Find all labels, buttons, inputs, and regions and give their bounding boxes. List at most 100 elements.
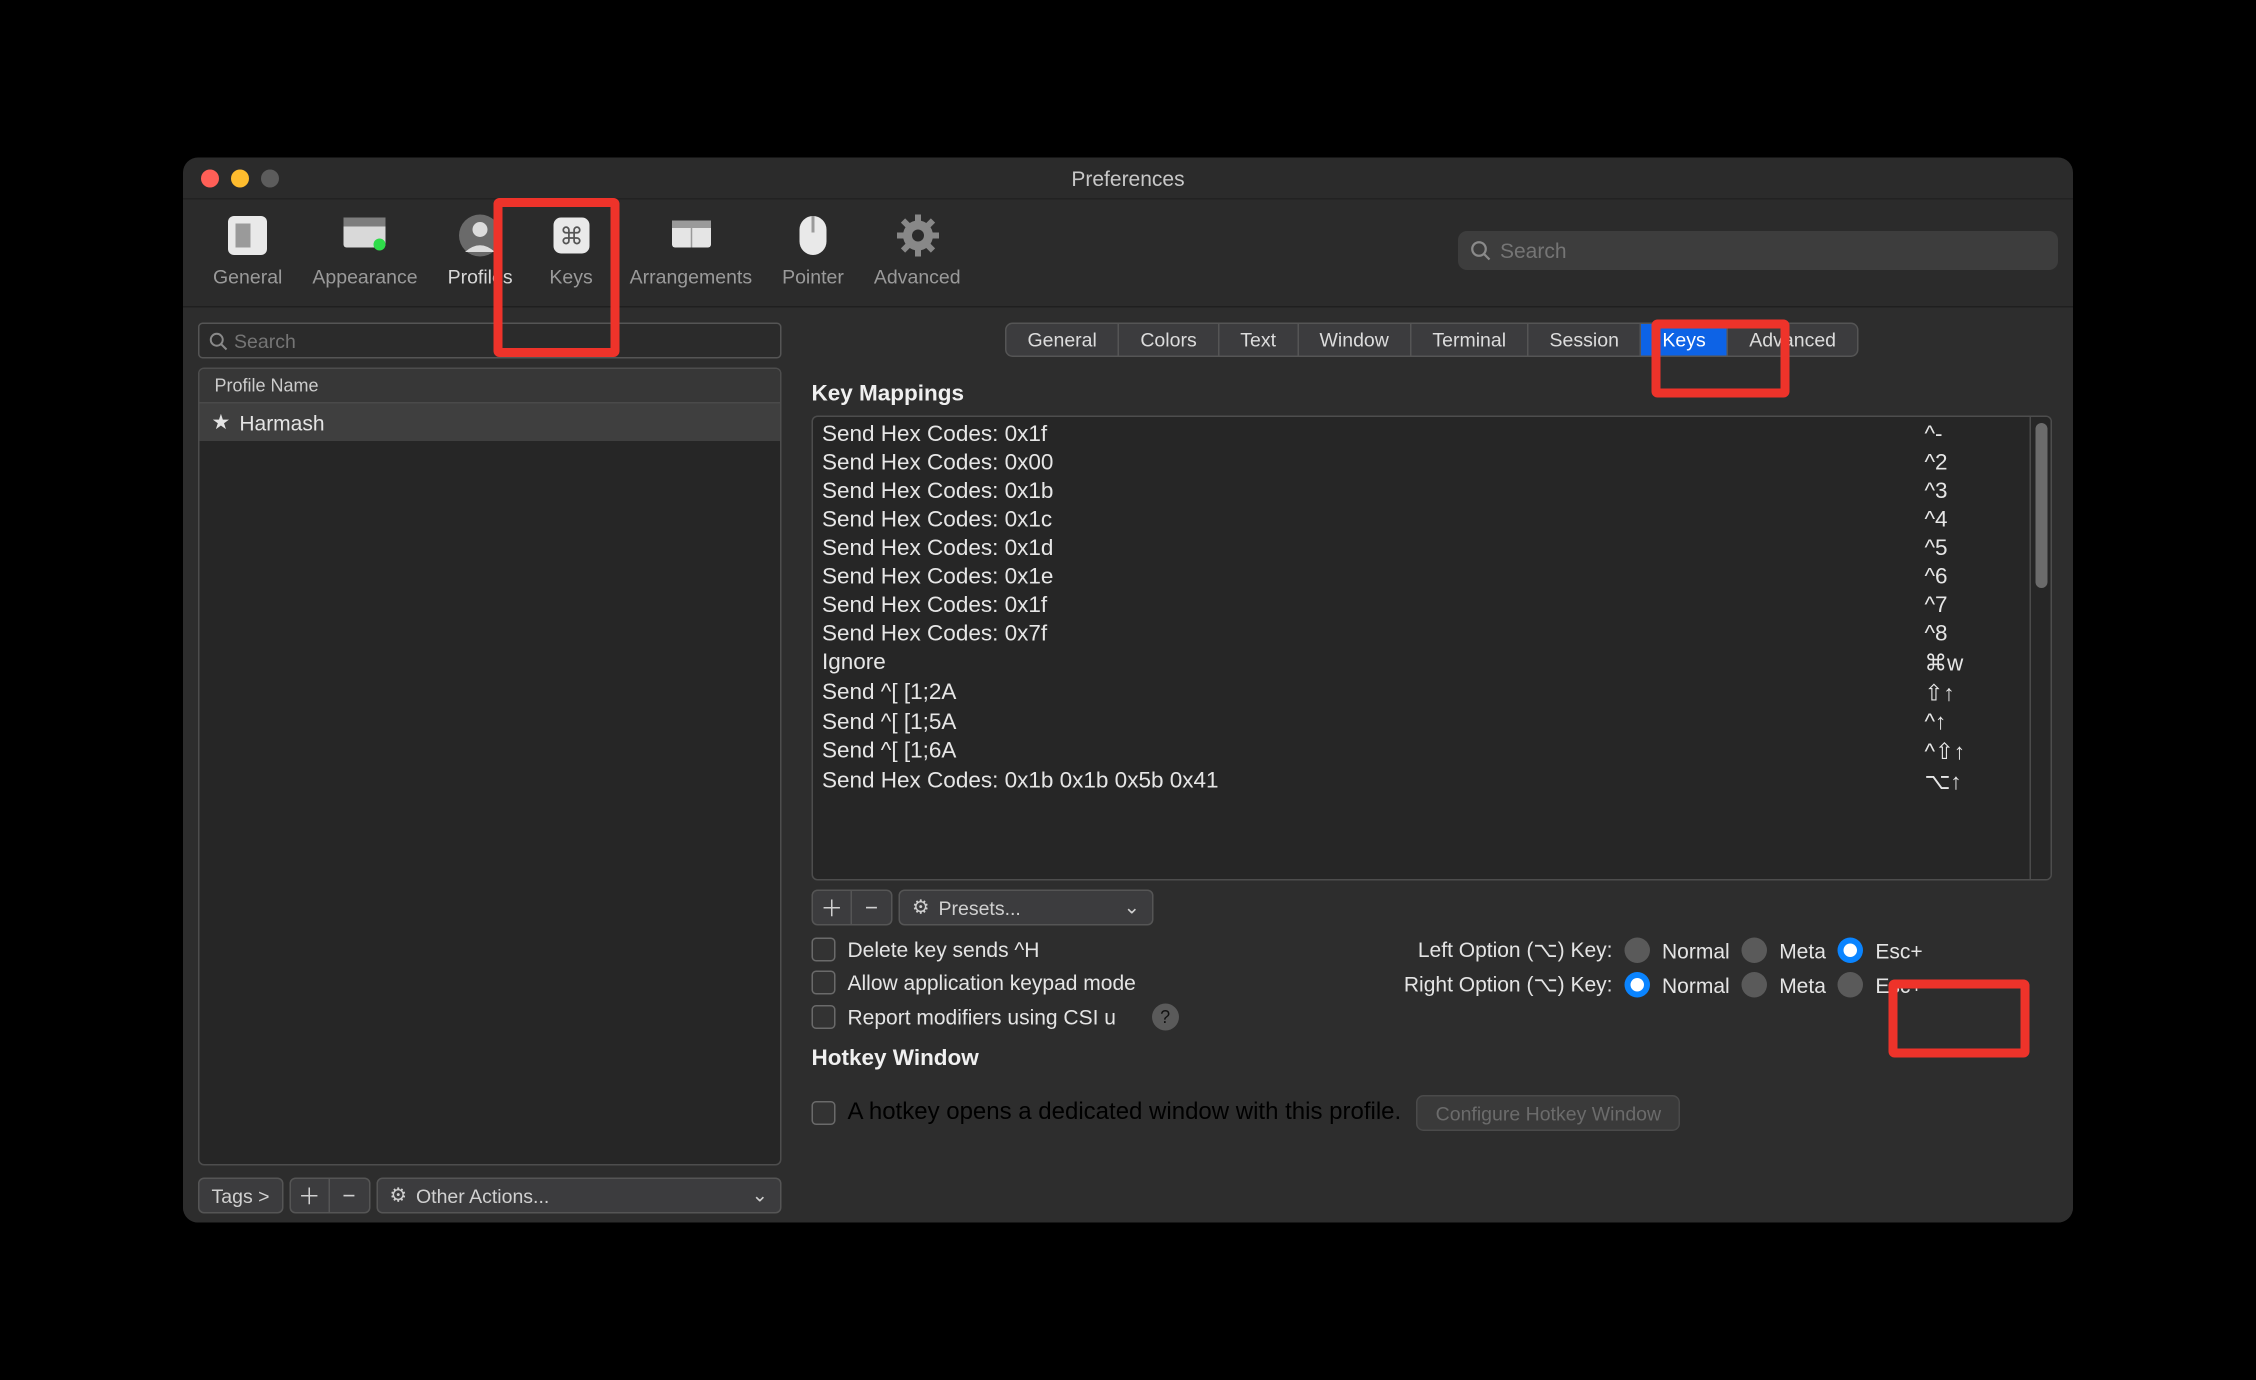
key-mapping-row[interactable]: Send ^[ [1;2A⇧↑ [813, 678, 2030, 708]
left-option-esc[interactable] [1838, 938, 1864, 964]
other-actions-dropdown[interactable]: ⚙ Other Actions... ⌄ [376, 1178, 781, 1214]
mapping-shortcut: ^4 [1925, 507, 2015, 533]
presets-dropdown[interactable]: ⚙ Presets... ⌄ [899, 890, 1154, 926]
toolbar-general[interactable]: General [198, 206, 297, 295]
subtab-colors[interactable]: Colors [1119, 323, 1219, 358]
tags-button[interactable]: Tags > [198, 1178, 283, 1214]
toolbar-label: General [213, 266, 282, 289]
toolbar-profiles[interactable]: Profiles [433, 206, 528, 295]
mapping-action: Send Hex Codes: 0x7f [822, 621, 1925, 647]
profile-content: GeneralColorsTextWindowTerminalSessionKe… [791, 308, 2074, 1223]
chevron-down-icon: ⌄ [1124, 896, 1140, 920]
mapping-action: Send Hex Codes: 0x1d [822, 536, 1925, 562]
key-mapping-row[interactable]: Send Hex Codes: 0x1e^6 [813, 563, 2030, 592]
toolbar-label: Pointer [782, 266, 844, 289]
key-mappings-table: Send Hex Codes: 0x1f^-Send Hex Codes: 0x… [812, 416, 2053, 881]
subtab-terminal[interactable]: Terminal [1411, 323, 1528, 358]
toolbar-label: Profiles [448, 266, 513, 289]
scrollbar-thumb[interactable] [2036, 423, 2048, 588]
chevron-down-icon: ⌄ [752, 1184, 768, 1208]
mapping-shortcut: ⇧↑ [1925, 680, 2015, 707]
subtab-session[interactable]: Session [1529, 323, 1642, 358]
left-option-label: Left Option (⌥) Key: [1358, 938, 1613, 964]
mapping-action: Send Hex Codes: 0x00 [822, 450, 1925, 476]
key-mappings-rows[interactable]: Send Hex Codes: 0x1f^-Send Hex Codes: 0x… [813, 417, 2030, 879]
toolbar-search[interactable] [1458, 230, 2058, 269]
right-option-label: Right Option (⌥) Key: [1358, 972, 1613, 998]
mapping-action: Send ^[ [1;2A [822, 680, 1925, 707]
toolbar-advanced[interactable]: Advanced [859, 206, 976, 295]
title-bar: Preferences [183, 158, 2073, 200]
mapping-action: Send Hex Codes: 0x1f [822, 593, 1925, 619]
configure-hotkey-button[interactable]: Configure Hotkey Window [1416, 1095, 1680, 1131]
key-mapping-row[interactable]: Send Hex Codes: 0x1b^3 [813, 477, 2030, 506]
mapping-shortcut: ^↑ [1925, 710, 2015, 736]
toolbar: General Appearance Profiles ⌘Keys Arrang… [183, 200, 2073, 308]
key-mapping-row[interactable]: Send Hex Codes: 0x1f^- [813, 420, 2030, 449]
delete-sends-hex-checkbox[interactable]: Delete key sends ^H [812, 938, 1322, 962]
key-mapping-row[interactable]: Send ^[ [1;5A^↑ [813, 708, 2030, 737]
right-option-meta[interactable] [1742, 972, 1768, 998]
hotkey-checkbox[interactable]: A hotkey opens a dedicated window with t… [812, 1100, 1402, 1127]
profile-footer: Tags > ＋ − ⚙ Other Actions... ⌄ [198, 1175, 782, 1214]
profile-list: Profile Name ★ Harmash [198, 368, 782, 1166]
search-icon [1470, 239, 1491, 260]
star-icon: ★ [212, 410, 231, 436]
search-icon [209, 331, 229, 351]
key-mapping-row[interactable]: Send ^[ [1;6A^⇧↑ [813, 737, 2030, 767]
scrollbar[interactable] [2030, 417, 2051, 879]
toolbar-label: Advanced [874, 266, 961, 289]
add-mapping-button[interactable]: ＋ [813, 891, 852, 924]
profile-search-input[interactable] [234, 329, 771, 352]
mapping-action: Send Hex Codes: 0x1c [822, 507, 1925, 533]
toolbar-label: Keys [549, 266, 592, 289]
mapping-shortcut: ⌥↑ [1925, 768, 2015, 795]
toolbar-pointer[interactable]: Pointer [767, 206, 859, 295]
key-mapping-row[interactable]: Send Hex Codes: 0x1d^5 [813, 534, 2030, 563]
profile-name: Harmash [239, 410, 324, 434]
left-option-meta[interactable] [1742, 938, 1768, 964]
toolbar-search-input[interactable] [1500, 238, 2046, 262]
key-mapping-row[interactable]: Send Hex Codes: 0x1f^7 [813, 591, 2030, 620]
profile-search[interactable] [198, 323, 782, 359]
mapping-shortcut: ^6 [1925, 564, 2015, 590]
toolbar-appearance[interactable]: Appearance [297, 206, 432, 295]
subtab-window[interactable]: Window [1298, 323, 1411, 358]
profile-row[interactable]: ★ Harmash [200, 404, 781, 442]
key-mapping-row[interactable]: Send Hex Codes: 0x1b 0x1b 0x5b 0x41⌥↑ [813, 767, 2030, 797]
profile-list-header: Profile Name [200, 369, 781, 404]
presets-label: Presets... [938, 896, 1020, 919]
key-mapping-row[interactable]: Send Hex Codes: 0x00^2 [813, 449, 2030, 478]
mapping-action: Send Hex Codes: 0x1b 0x1b 0x5b 0x41 [822, 768, 1925, 795]
key-mapping-row[interactable]: Ignore⌘w [813, 648, 2030, 678]
toolbar-keys[interactable]: ⌘Keys [528, 206, 615, 295]
mapping-shortcut: ^5 [1925, 536, 2015, 562]
mapping-action: Ignore [822, 650, 1925, 677]
remove-profile-button[interactable]: − [330, 1179, 369, 1212]
report-csiu-checkbox[interactable]: Report modifiers using CSI u ? [812, 1004, 1322, 1031]
toolbar-label: Appearance [312, 266, 417, 289]
right-option-normal[interactable] [1625, 972, 1651, 998]
mapping-action: Send ^[ [1;5A [822, 710, 1925, 736]
remove-mapping-button[interactable]: − [852, 891, 891, 924]
subtab-general[interactable]: General [1005, 323, 1119, 358]
right-option-esc[interactable] [1838, 972, 1864, 998]
help-icon[interactable]: ? [1152, 1004, 1179, 1031]
allow-keypad-checkbox[interactable]: Allow application keypad mode [812, 971, 1322, 995]
window-title: Preferences [183, 166, 2073, 190]
mapping-action: Send ^[ [1;6A [822, 738, 1925, 765]
gear-icon [893, 212, 941, 260]
subtab-advanced[interactable]: Advanced [1728, 323, 1858, 358]
left-option-normal[interactable] [1625, 938, 1651, 964]
key-mapping-row[interactable]: Send Hex Codes: 0x1c^4 [813, 506, 2030, 535]
toolbar-arrangements[interactable]: Arrangements [615, 206, 767, 295]
mapping-shortcut: ^8 [1925, 621, 2015, 647]
mapping-action: Send Hex Codes: 0x1b [822, 479, 1925, 505]
mapping-shortcut: ^2 [1925, 450, 2015, 476]
subtab-text[interactable]: Text [1219, 323, 1298, 358]
add-profile-button[interactable]: ＋ [291, 1179, 330, 1212]
key-mapping-row[interactable]: Send Hex Codes: 0x7f^8 [813, 620, 2030, 649]
subtab-keys[interactable]: Keys [1641, 323, 1728, 358]
profile-subtabs: GeneralColorsTextWindowTerminalSessionKe… [812, 323, 2053, 358]
preferences-window: Preferences General Appearance Profiles … [183, 158, 2073, 1223]
